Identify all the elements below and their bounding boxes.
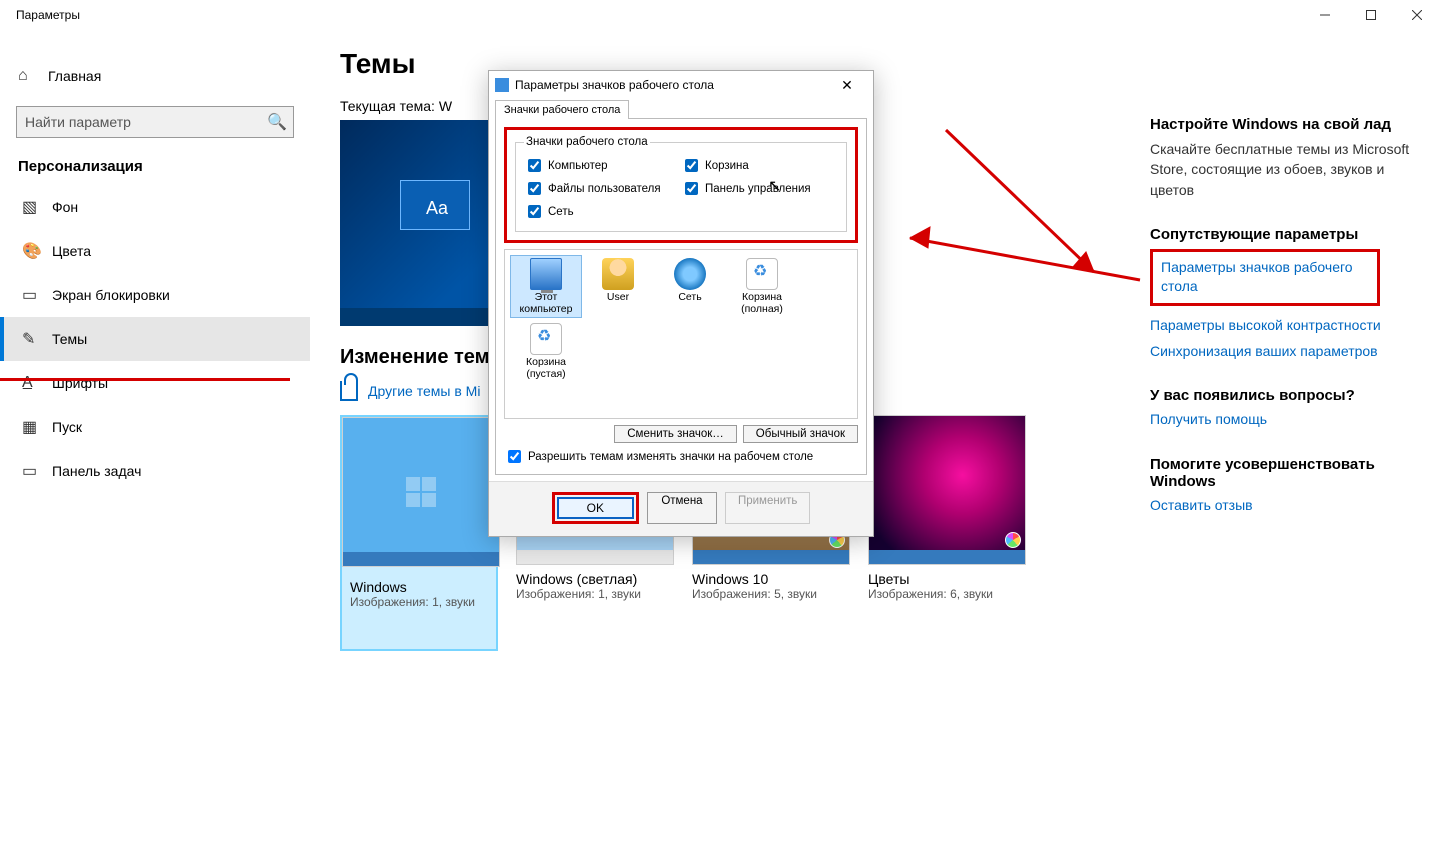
sidebar-item-label: Экран блокировки xyxy=(52,287,170,303)
right-text-customize: Скачайте бесплатные темы из Microsoft St… xyxy=(1150,139,1410,200)
sidebar-item-label: Панель задач xyxy=(52,463,141,479)
dialog-app-icon xyxy=(495,78,509,92)
link-high-contrast[interactable]: Параметры высокой контрастности xyxy=(1150,316,1410,336)
sidebar-item-lockscreen[interactable]: ▭ Экран блокировки xyxy=(0,273,310,317)
link-desktop-icon-settings[interactable]: Параметры значков рабочего стола xyxy=(1150,249,1380,306)
button-change-icon[interactable]: Сменить значок… xyxy=(614,425,737,443)
theme-meta: Изображения: 1, звуки xyxy=(350,595,488,609)
store-themes-link[interactable]: Другие темы в Mi xyxy=(340,381,480,401)
right-heading-improve: Помогите усовершенствовать Windows xyxy=(1150,456,1410,490)
button-ok[interactable]: OK xyxy=(557,497,634,519)
right-heading-related: Сопутствующие параметры xyxy=(1150,226,1410,243)
sidebar-item-background[interactable]: ▧ Фон xyxy=(0,185,310,229)
sidebar-item-fonts[interactable]: A̲ Шрифты xyxy=(0,361,310,405)
link-sync-settings[interactable]: Синхронизация ваших параметров xyxy=(1150,342,1410,362)
link-get-help[interactable]: Получить помощь xyxy=(1150,410,1410,430)
theme-name: Windows 10 xyxy=(692,571,850,587)
sidebar-item-label: Пуск xyxy=(52,419,82,435)
button-cancel[interactable]: Отмена xyxy=(647,492,717,524)
color-badge-icon xyxy=(1005,532,1021,548)
checkbox-allow-themes-change-icons[interactable]: Разрешить темам изменять значки на рабоч… xyxy=(504,447,858,466)
sidebar-item-label: Темы xyxy=(52,331,87,347)
font-icon: A̲ xyxy=(22,374,52,392)
theme-name: Windows (светлая) xyxy=(516,571,674,587)
theme-meta: Изображения: 5, звуки xyxy=(692,587,850,601)
preview-aa: Aa xyxy=(426,198,448,219)
button-apply[interactable]: Применить xyxy=(725,492,810,524)
window-title: Параметры xyxy=(16,8,80,22)
search-icon: 🔍 xyxy=(267,112,287,132)
taskbar-icon: ▭ xyxy=(22,461,52,481)
dialog-tab-desktop-icons[interactable]: Значки рабочего стола xyxy=(495,100,629,119)
sidebar-item-label: Цвета xyxy=(52,243,91,259)
search-input[interactable]: Найти параметр 🔍 xyxy=(16,106,294,138)
right-panel: Настройте Windows на свой лад Скачайте б… xyxy=(1150,90,1410,521)
icon-item-recycle-full[interactable]: Корзина (полная) xyxy=(727,256,797,317)
home-icon: ⌂ xyxy=(18,67,48,85)
checkbox-computer[interactable]: Компьютер xyxy=(524,156,681,175)
right-heading-customize: Настройте Windows на свой лад xyxy=(1150,116,1410,133)
theme-name: Windows xyxy=(350,579,488,595)
current-theme-preview: Aa xyxy=(340,120,490,326)
button-default-icon[interactable]: Обычный значок xyxy=(743,425,858,443)
dialog-titlebar[interactable]: Параметры значков рабочего стола ✕ xyxy=(489,71,873,99)
icon-item-recycle-empty[interactable]: Корзина (пустая) xyxy=(511,321,581,382)
icon-item-this-pc[interactable]: Этот компьютер xyxy=(511,256,581,317)
window-titlebar: Параметры xyxy=(0,0,1440,30)
theme-meta: Изображения: 6, звуки xyxy=(868,587,1026,601)
lock-screen-icon: ▭ xyxy=(22,285,52,305)
icon-preview-list: Этот компьютер User Сеть Корзина (полная… xyxy=(504,249,858,419)
sidebar-section-title: Персонализация xyxy=(0,152,310,185)
theme-card[interactable]: Цветы Изображения: 6, звуки xyxy=(868,415,1026,651)
themes-icon: ✎ xyxy=(22,329,52,349)
pc-icon xyxy=(530,258,562,290)
mouse-cursor-icon: ↖ xyxy=(768,176,781,196)
nav-home-label: Главная xyxy=(48,68,101,84)
link-feedback[interactable]: Оставить отзыв xyxy=(1150,496,1410,516)
user-icon xyxy=(602,258,634,290)
sidebar-item-label: Фон xyxy=(52,199,78,215)
sidebar-item-start[interactable]: ▦ Пуск xyxy=(0,405,310,449)
store-bag-icon xyxy=(340,381,358,401)
sidebar-item-colors[interactable]: 🎨 Цвета xyxy=(0,229,310,273)
group-desktop-icons: Значки рабочего стола Компьютер Корзина … xyxy=(515,136,847,232)
annotation-red-box-checkboxes: Значки рабочего стола Компьютер Корзина … xyxy=(504,127,858,243)
icon-item-network[interactable]: Сеть xyxy=(655,256,725,317)
dialog-desktop-icon-settings: Параметры значков рабочего стола ✕ Значк… xyxy=(488,70,874,537)
palette-icon: 🎨 xyxy=(22,241,52,261)
network-icon xyxy=(674,258,706,290)
icon-item-user[interactable]: User xyxy=(583,256,653,317)
checkbox-user-files[interactable]: Файлы пользователя xyxy=(524,179,681,198)
window-close-button[interactable] xyxy=(1394,0,1440,30)
checkbox-recycle-bin[interactable]: Корзина xyxy=(681,156,838,175)
checkbox-network[interactable]: Сеть xyxy=(524,202,681,221)
search-placeholder: Найти параметр xyxy=(25,114,267,130)
dialog-close-button[interactable]: ✕ xyxy=(827,77,867,94)
theme-name: Цветы xyxy=(868,571,1026,587)
annotation-underline xyxy=(0,378,290,381)
image-icon: ▧ xyxy=(22,197,52,217)
sidebar-item-taskbar[interactable]: ▭ Панель задач xyxy=(0,449,310,493)
theme-card[interactable]: Windows Изображения: 1, звуки xyxy=(340,415,498,651)
recycle-empty-icon xyxy=(530,323,562,355)
theme-meta: Изображения: 1, звуки xyxy=(516,587,674,601)
right-heading-questions: У вас появились вопросы? xyxy=(1150,387,1410,404)
window-maximize-button[interactable] xyxy=(1348,0,1394,30)
group-legend: Значки рабочего стола xyxy=(524,136,650,148)
window-minimize-button[interactable] xyxy=(1302,0,1348,30)
annotation-red-box-ok: OK xyxy=(552,492,639,524)
recycle-full-icon xyxy=(746,258,778,290)
sidebar: ⌂ Главная Найти параметр 🔍 Персонализаци… xyxy=(0,30,310,860)
checkbox-control-panel[interactable]: Панель управления xyxy=(681,179,838,198)
dialog-title: Параметры значков рабочего стола xyxy=(515,78,714,92)
nav-home[interactable]: ⌂ Главная xyxy=(0,54,310,98)
sidebar-item-themes[interactable]: ✎ Темы xyxy=(0,317,310,361)
start-icon: ▦ xyxy=(22,417,52,437)
store-link-label: Другие темы в Mi xyxy=(368,383,480,399)
